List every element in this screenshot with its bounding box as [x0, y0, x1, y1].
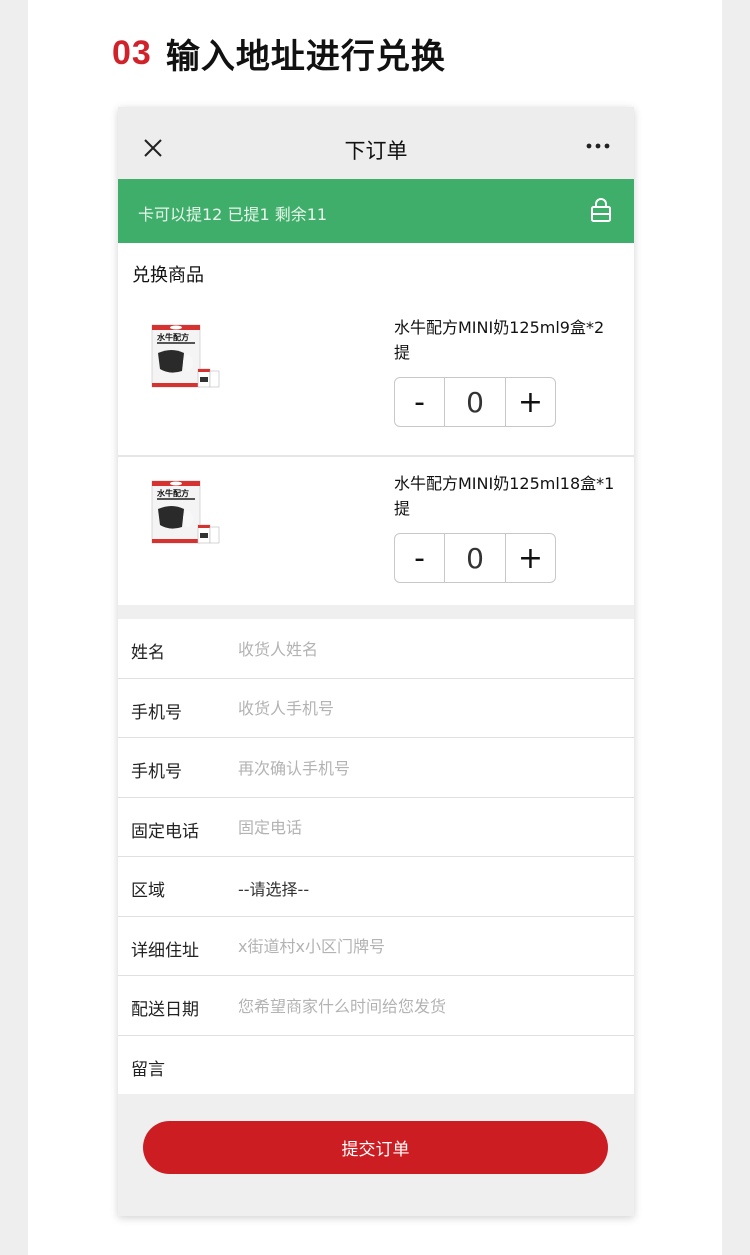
submit-order-button[interactable]: 提交订单	[143, 1121, 608, 1174]
shopping-bag-icon[interactable]	[590, 197, 612, 223]
product-image: 水牛配方	[151, 480, 220, 544]
form-row-address: 详细住址	[118, 917, 634, 976]
product-item: 水牛配方 水牛配方MINI奶125ml9盒*2提 - 0 +	[118, 301, 634, 451]
goods-section: 兑换商品 水牛配方 水牛配方MINI奶125ml9盒*2提 - 0 + 水牛配方…	[118, 243, 634, 605]
quantity-value[interactable]: 0	[444, 378, 506, 426]
address-field[interactable]	[238, 933, 618, 960]
message-label: 留言	[131, 1059, 165, 1080]
nav-title: 下订单	[344, 139, 408, 163]
quota-bar: 卡可以提12 已提1 剩余11	[118, 179, 634, 243]
navbar: 下订单	[118, 107, 634, 179]
product-item: 水牛配方 水牛配方MINI奶125ml18盒*1提 - 0 +	[118, 455, 634, 605]
quantity-stepper: - 0 +	[394, 533, 556, 583]
region-select[interactable]: --请选择--	[238, 876, 309, 900]
form-row-region: 区域 --请选择--	[118, 857, 634, 917]
message-field[interactable]	[238, 1052, 618, 1079]
product-name: 水牛配方MINI奶125ml9盒*2提	[394, 318, 605, 362]
svg-text:水牛配方: 水牛配方	[156, 332, 189, 342]
address-label: 详细住址	[131, 940, 199, 961]
form-row-landline: 固定电话	[118, 798, 634, 857]
address-form: 姓名 手机号 手机号 固定电话 区域 --请选择-- 详细住址 配送日期 留言	[118, 619, 634, 1094]
plus-button[interactable]: +	[506, 378, 555, 426]
form-row-name: 姓名	[118, 619, 634, 679]
product-image: 水牛配方	[151, 324, 220, 388]
step-title: 输入地址进行兑换	[165, 36, 446, 77]
phone-confirm-label: 手机号	[131, 762, 182, 782]
form-row-phone: 手机号	[118, 679, 634, 738]
phone-screenshot: 下订单 卡可以提12 已提1 剩余11 兑换商品 水牛配方 水牛配方MINI奶1…	[118, 107, 634, 1216]
goods-section-label: 兑换商品	[132, 265, 204, 286]
more-icon[interactable]	[586, 141, 610, 151]
form-row-delivery-date: 配送日期	[118, 976, 634, 1036]
landline-field[interactable]	[238, 814, 618, 841]
form-row-message: 留言	[118, 1036, 634, 1096]
phone-confirm-field[interactable]	[238, 755, 618, 781]
name-field[interactable]	[238, 636, 618, 662]
name-label: 姓名	[131, 643, 165, 663]
step-heading: 03 输入地址进行兑换	[112, 28, 446, 78]
delivery-date-label: 配送日期	[131, 1000, 199, 1020]
quantity-stepper: - 0 +	[394, 377, 556, 427]
phone-field[interactable]	[238, 695, 618, 722]
step-number: 03	[112, 33, 152, 72]
plus-button[interactable]: +	[506, 534, 555, 582]
quota-text: 卡可以提12 已提1 剩余11	[138, 205, 328, 224]
landline-label: 固定电话	[131, 821, 199, 842]
product-name: 水牛配方MINI奶125ml18盒*1提	[394, 474, 615, 518]
phone-label: 手机号	[131, 702, 182, 723]
region-label: 区域	[131, 881, 165, 901]
minus-button[interactable]: -	[395, 534, 444, 582]
form-row-phone-confirm: 手机号	[118, 738, 634, 798]
minus-button[interactable]: -	[395, 378, 444, 426]
svg-text:水牛配方: 水牛配方	[156, 488, 189, 498]
quantity-value[interactable]: 0	[444, 534, 506, 582]
delivery-date-field[interactable]	[238, 993, 618, 1019]
